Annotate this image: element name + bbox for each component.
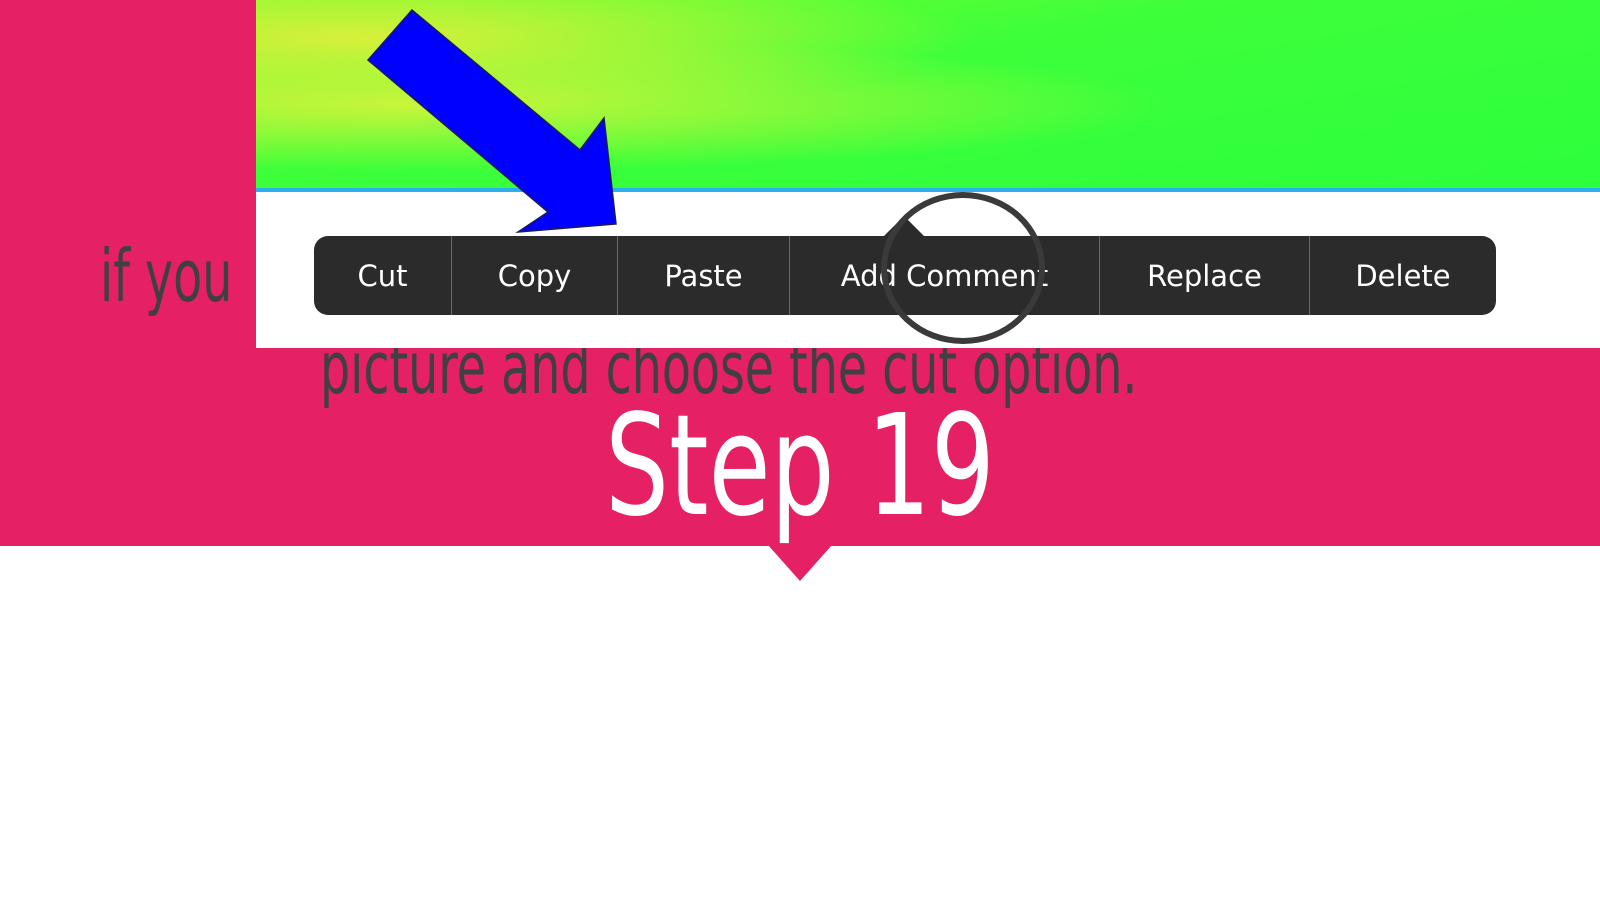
menu-item-copy[interactable]: Copy (452, 236, 618, 315)
step-title: Step 19 (605, 385, 995, 548)
menu-item-replace[interactable]: Replace (1100, 236, 1310, 315)
menu-item-paste[interactable]: Paste (618, 236, 790, 315)
menu-item-cut[interactable]: Cut (314, 236, 452, 315)
arrow-icon (366, 8, 617, 233)
highlight-circle (881, 192, 1045, 344)
banner-pointer (768, 545, 832, 581)
menu-item-delete[interactable]: Delete (1310, 236, 1496, 315)
